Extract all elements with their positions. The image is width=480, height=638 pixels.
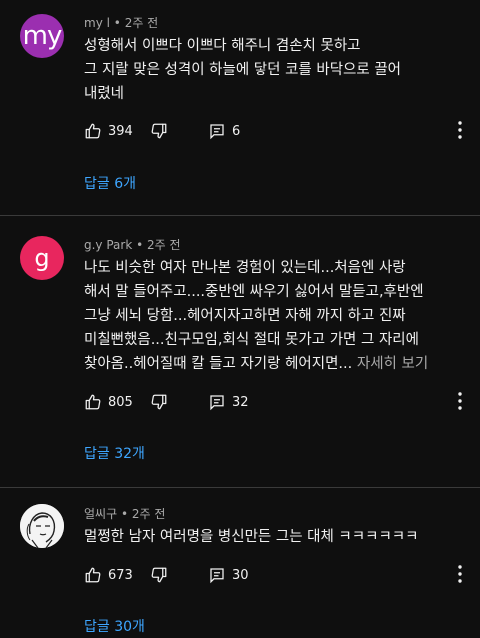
comment-meta: g.y Park • 2주 전 (84, 236, 181, 253)
comment-line: 나도 비슷한 여자 만나본 경험이 있는데...처음엔 사랑 (84, 260, 406, 276)
view-replies-link[interactable]: 답글 32개 (84, 443, 145, 463)
timestamp[interactable]: 2주 전 (132, 507, 166, 521)
comment-line: 그 지랄 맞은 성격이 하늘에 닿던 코를 바닥으로 끌어 (84, 62, 402, 78)
comment-line: 찾아옴..헤어질때 칼 들고 자기랑 헤어지면... 자세히 보기 (84, 352, 464, 376)
comment-line: 성형해서 이쁘다 이쁘다 해주니 겸손치 못하고 (84, 38, 361, 54)
thumbs-down-icon (151, 567, 167, 583)
profile-drawing-icon (20, 504, 64, 548)
comment-line-text: 찾아옴..헤어질때 칼 들고 자기랑 헤어지면... (84, 356, 353, 372)
comment-text: 성형해서 이쁘다 이쁘다 해주니 겸손치 못하고 그 지랄 맞은 성격이 하늘에… (84, 34, 464, 106)
avatar[interactable]: my (20, 14, 64, 58)
comment-actions: 394 6 (84, 119, 474, 143)
comment-line: 그냥 세뇌 당함...헤어지자고하면 자해 까지 하고 진짜 (84, 308, 406, 324)
comment-text: 멀쩡한 남자 여러명을 병신만든 그는 대체 ㅋㅋㅋㅋㅋㅋ (84, 525, 464, 549)
comment-thread: 얼씨구 • 2주 전 멀쩡한 남자 여러명을 병신만든 그는 대체 ㅋㅋㅋㅋㅋㅋ… (0, 488, 480, 638)
reply-button[interactable]: 32 (208, 390, 249, 414)
like-button[interactable]: 673 (84, 563, 133, 587)
comment-actions: 805 32 (84, 390, 474, 414)
comment-line: 해서 말 들어주고....중반엔 싸우기 싫어서 말듣고,후반엔 (84, 284, 424, 300)
more-vert-icon[interactable] (458, 121, 462, 139)
read-more-link[interactable]: 자세히 보기 (357, 356, 428, 372)
author-name[interactable]: g.y Park (84, 238, 132, 252)
thumbs-up-icon (85, 567, 101, 583)
more-vert-icon[interactable] (458, 565, 462, 583)
author-name[interactable]: 얼씨구 (84, 507, 117, 521)
comment-actions: 673 30 (84, 563, 474, 587)
avatar-initials: g (34, 244, 50, 272)
comment-icon (210, 124, 224, 140)
reply-count: 30 (232, 567, 249, 583)
comment-icon (210, 395, 224, 411)
comment-text: 나도 비슷한 여자 만나본 경험이 있는데...처음엔 사랑 해서 말 들어주고… (84, 256, 464, 376)
like-count: 673 (108, 567, 133, 583)
timestamp[interactable]: 2주 전 (147, 238, 181, 252)
more-vert-icon[interactable] (458, 392, 462, 410)
avatar[interactable]: g (20, 236, 64, 280)
comment-thread: my my l • 2주 전 성형해서 이쁘다 이쁘다 해주니 겸손치 못하고 … (0, 0, 480, 215)
dislike-button[interactable] (150, 119, 168, 143)
like-count: 805 (108, 394, 133, 410)
reply-count: 32 (232, 394, 249, 410)
reply-button[interactable]: 6 (208, 119, 240, 143)
reply-button[interactable]: 30 (208, 563, 249, 587)
reply-count: 6 (232, 123, 241, 139)
comment-meta: my l • 2주 전 (84, 14, 158, 31)
meta-separator: • (136, 238, 144, 252)
avatar-initials: my (22, 21, 63, 51)
comment-line: 멀쩡한 남자 여러명을 병신만든 그는 대체 ㅋㅋㅋㅋㅋㅋ (84, 529, 419, 545)
thumbs-up-icon (85, 123, 101, 139)
like-button[interactable]: 394 (84, 119, 133, 143)
thumbs-down-icon (151, 123, 167, 139)
like-count: 394 (108, 123, 133, 139)
dislike-button[interactable] (150, 563, 168, 587)
comment-meta: 얼씨구 • 2주 전 (84, 505, 165, 522)
avatar[interactable] (20, 504, 64, 548)
timestamp[interactable]: 2주 전 (125, 16, 159, 30)
view-replies-link[interactable]: 답글 6개 (84, 173, 136, 193)
thumbs-up-icon (85, 394, 101, 410)
thumbs-down-icon (151, 394, 167, 410)
comment-line: 내렸네 (84, 86, 125, 102)
author-name[interactable]: my l (84, 16, 110, 30)
view-replies-link[interactable]: 답글 30개 (84, 616, 145, 636)
meta-separator: • (120, 507, 129, 521)
comment-line: 미칠뻔했음...친구모임,회식 절대 못가고 가면 그 자리에 (84, 332, 419, 348)
comment-thread: g g.y Park • 2주 전 나도 비슷한 여자 만나본 경험이 있는데.… (0, 216, 480, 487)
like-button[interactable]: 805 (84, 390, 133, 414)
dislike-button[interactable] (150, 390, 168, 414)
meta-separator: • (113, 16, 121, 30)
comment-icon (210, 568, 224, 584)
